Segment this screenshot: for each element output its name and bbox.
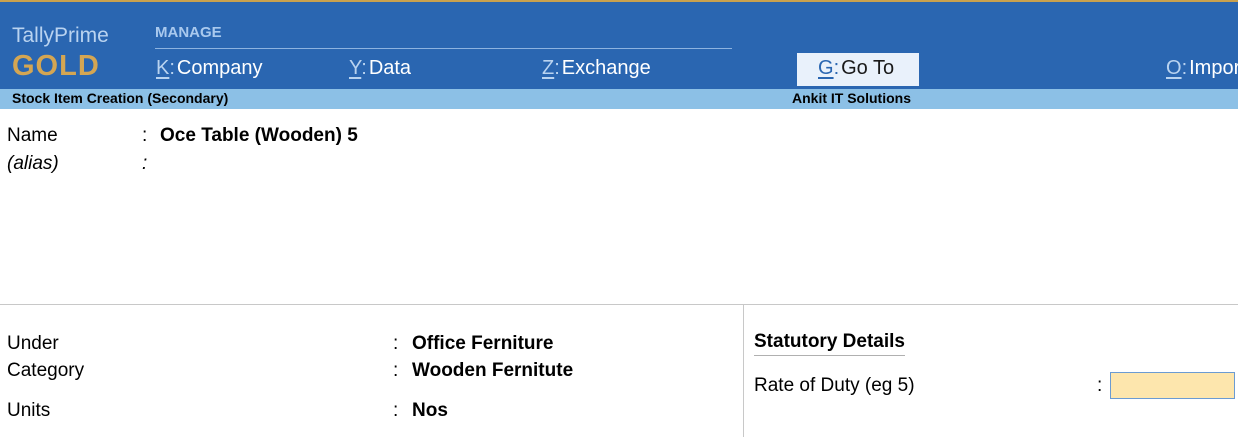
name-value[interactable]: Oce Table (Wooden) 5 <box>160 125 358 147</box>
menu-exchange-hotkey: Z <box>542 57 555 79</box>
goto-button[interactable]: G: Go To <box>797 53 919 86</box>
info-bar: Stock Item Creation (Secondary) Ankit IT… <box>0 89 1238 109</box>
menu-data[interactable]: Y: Data <box>349 57 411 80</box>
units-value[interactable]: Nos <box>412 400 448 422</box>
column-divider <box>743 305 744 437</box>
under-label: Under <box>7 333 59 354</box>
top-bar: TallyPrime GOLD MANAGE K: Company Y: Data … <box>0 2 1238 89</box>
menu-heading: MANAGE <box>155 24 222 41</box>
product-name: TallyPrime <box>12 24 109 47</box>
menu-import[interactable]: O: Impor <box>1166 57 1238 80</box>
menu-exchange-label: Exchange <box>561 57 651 79</box>
category-colon: : <box>393 360 399 381</box>
menu-company-hotkey: K <box>156 57 170 79</box>
menu-exchange[interactable]: Z: Exchange <box>542 57 651 80</box>
goto-label: Go To <box>841 57 895 79</box>
menu-import-label: Impor <box>1189 57 1238 79</box>
screen-title: Stock Item Creation (Secondary) <box>12 90 229 106</box>
goto-hotkey: G <box>818 57 834 79</box>
name-label: Name <box>7 125 58 146</box>
name-colon: : <box>142 125 148 146</box>
menu-data-label: Data <box>368 57 412 79</box>
menu-divider <box>155 48 732 49</box>
units-label: Units <box>7 400 51 421</box>
category-value[interactable]: Wooden Fernitute <box>412 360 573 382</box>
rate-of-duty-label: Rate of Duty (eg 5) <box>754 375 915 396</box>
category-label: Category <box>7 360 85 381</box>
units-colon: : <box>393 400 399 421</box>
rate-of-duty-input[interactable] <box>1110 372 1235 399</box>
alias-colon: : <box>142 153 148 174</box>
menu-company[interactable]: K: Company <box>156 57 263 80</box>
rate-of-duty-colon: : <box>1097 375 1103 396</box>
menu-import-hotkey: O <box>1166 57 1182 79</box>
section-divider <box>0 304 1238 305</box>
statutory-details-heading: Statutory Details <box>754 331 905 356</box>
menu-company-label: Company <box>176 57 263 79</box>
menu-data-hotkey: Y <box>349 57 362 79</box>
product-edition: GOLD <box>12 50 100 82</box>
under-value[interactable]: Office Ferniture <box>412 333 553 355</box>
under-colon: : <box>393 333 399 354</box>
company-name: Ankit IT Solutions <box>792 90 911 106</box>
alias-label: (alias) <box>7 153 59 174</box>
